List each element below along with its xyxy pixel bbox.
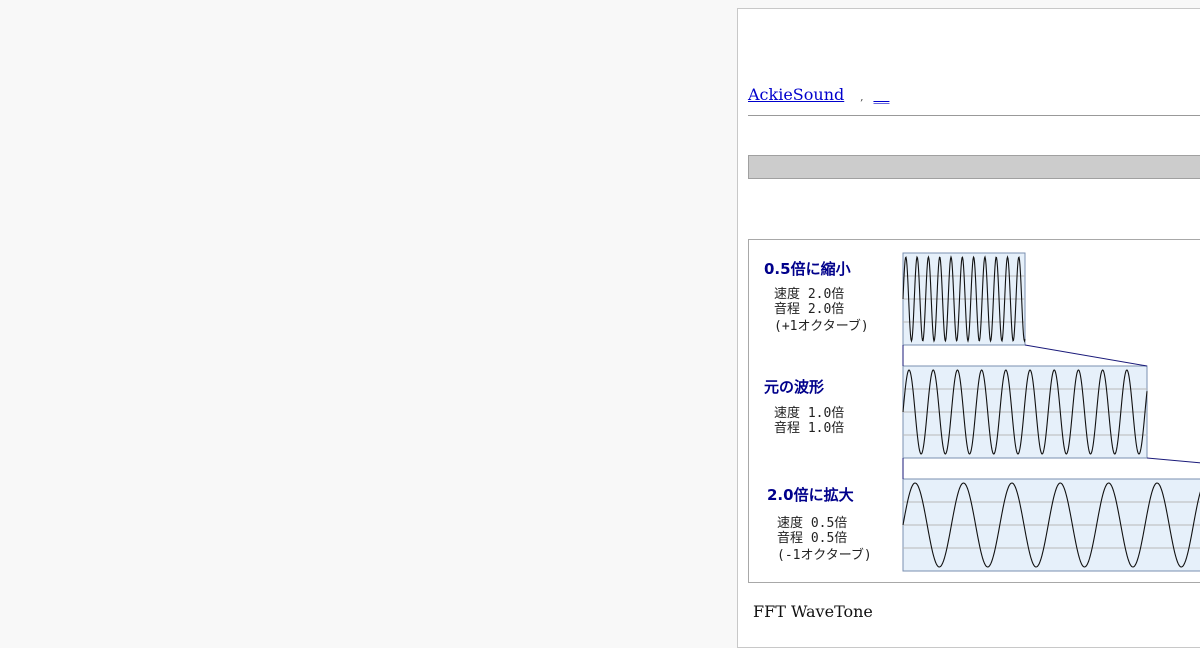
home-link[interactable]: AckieSound <box>748 85 844 104</box>
breadcrumb: AckieSound, __ <box>748 85 889 104</box>
breadcrumb-link[interactable]: __ <box>873 85 889 104</box>
footer-caption: FFT WaveTone <box>753 602 873 621</box>
connector-line <box>1146 457 1200 464</box>
connector-line <box>1024 344 1148 367</box>
section-bar <box>748 155 1200 179</box>
header-divider <box>748 115 1200 116</box>
content-page: AckieSound, __ 0.5倍に縮小 速度 2.0倍 音程 2.0倍 (+… <box>737 8 1200 648</box>
waveform-figure: 0.5倍に縮小 速度 2.0倍 音程 2.0倍 (+1オクターブ) 元の波形 速… <box>748 239 1200 583</box>
breadcrumb-separator: , <box>860 92 864 103</box>
waveform-diagram <box>902 252 1200 572</box>
